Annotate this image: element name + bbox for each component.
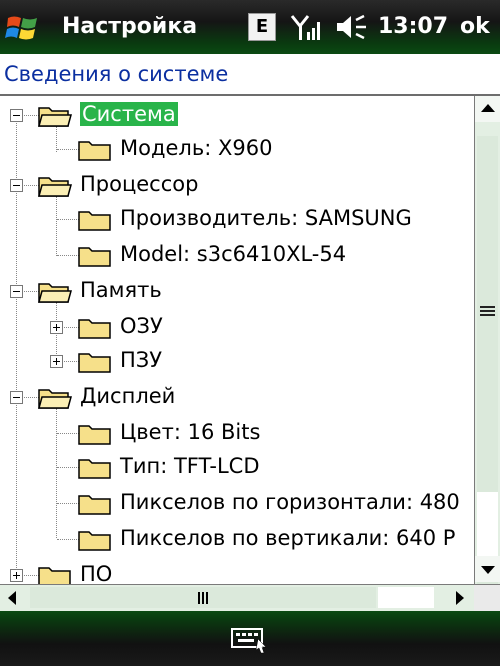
- tree-item-label: Производитель: SAMSUNG: [120, 206, 412, 230]
- tree-item-cpu-model[interactable]: Model: s3c6410XL-54: [0, 238, 474, 272]
- tree-item-label: Цвет: 16 Bits: [120, 420, 261, 444]
- folder-icon: [78, 141, 111, 161]
- tree-item-display[interactable]: Дисплей: [0, 380, 474, 414]
- network-type-badge[interactable]: E: [248, 13, 276, 41]
- folder-open-icon: [38, 177, 72, 197]
- grip-icon: [198, 592, 208, 604]
- system-info-tree[interactable]: Система Модель: X960 Процессор Производи…: [0, 96, 474, 584]
- scroll-up-arrow-icon[interactable]: [475, 96, 500, 122]
- clock[interactable]: 13:07: [378, 14, 448, 39]
- tree-item-display-type[interactable]: Тип: TFT-LCD: [0, 450, 474, 484]
- title-bar: Настройка E 13:07 ok: [0, 0, 500, 54]
- folder-icon: [38, 567, 71, 584]
- tree-item-label: ПО: [80, 562, 113, 584]
- tree-item-ram[interactable]: ОЗУ: [0, 310, 474, 344]
- folder-icon: [78, 531, 111, 551]
- vertical-scroll-track[interactable]: [477, 492, 498, 556]
- tree-item-vertical-pixels[interactable]: Пикселов по вертикали: 640 P: [0, 522, 474, 556]
- horizontal-scrollbar[interactable]: [0, 584, 474, 611]
- tree-item-label: Model: s3c6410XL-54: [120, 242, 347, 266]
- tree-item-label: ОЗУ: [120, 314, 163, 338]
- tree-item-label: Система: [80, 102, 178, 126]
- expand-toggle[interactable]: [50, 355, 63, 368]
- folder-open-icon: [38, 283, 72, 303]
- vertical-scrollbar[interactable]: [474, 96, 500, 588]
- folder-open-icon: [38, 107, 72, 127]
- keyboard-input-icon[interactable]: [228, 621, 272, 655]
- tree-item-label: Дисплей: [80, 384, 176, 408]
- tree-item-software[interactable]: ПО: [0, 558, 474, 584]
- scroll-left-arrow-icon[interactable]: [0, 585, 26, 611]
- tree-item-rom[interactable]: ПЗУ: [0, 344, 474, 378]
- tree-item-manufacturer[interactable]: Производитель: SAMSUNG: [0, 202, 474, 236]
- windows-start-icon[interactable]: [4, 10, 44, 44]
- horizontal-scroll-track[interactable]: [378, 587, 434, 608]
- tree-item-color[interactable]: Цвет: 16 Bits: [0, 416, 474, 450]
- tree-item-model[interactable]: Модель: X960: [0, 132, 474, 166]
- tree-item-label: ПЗУ: [120, 348, 163, 372]
- tree-item-system[interactable]: Система: [0, 98, 474, 132]
- expand-toggle[interactable]: [10, 569, 23, 582]
- collapse-toggle[interactable]: [10, 179, 23, 192]
- tree-item-label: Модель: X960: [120, 136, 273, 160]
- scrollbar-corner: [474, 584, 500, 611]
- collapse-toggle[interactable]: [10, 285, 23, 298]
- folder-icon: [78, 247, 111, 267]
- tree-item-horizontal-pixels[interactable]: Пикселов по горизонтали: 480: [0, 486, 474, 520]
- folder-icon: [78, 495, 111, 515]
- signal-strength-icon[interactable]: [290, 12, 324, 42]
- scroll-right-arrow-icon[interactable]: [446, 585, 472, 611]
- tree-item-label: Пикселов по вертикали: 640 P: [120, 526, 456, 550]
- expand-toggle[interactable]: [50, 321, 63, 334]
- app-title: Настройка: [62, 14, 198, 39]
- horizontal-scroll-thumb[interactable]: [30, 587, 376, 608]
- ok-button[interactable]: ok: [460, 14, 490, 39]
- collapse-toggle[interactable]: [10, 391, 23, 404]
- folder-icon: [78, 211, 111, 231]
- folder-icon: [78, 353, 111, 373]
- bottom-menu-bar: [0, 611, 500, 666]
- folder-icon: [78, 425, 111, 445]
- folder-open-icon: [38, 389, 72, 409]
- tree-item-label: Тип: TFT-LCD: [120, 454, 260, 478]
- folder-icon: [78, 459, 111, 479]
- tree-item-label: Процессор: [80, 172, 199, 196]
- tree-item-label: Память: [80, 278, 162, 302]
- scroll-down-arrow-icon[interactable]: [475, 556, 500, 582]
- page-title: Сведения о системе: [4, 62, 229, 86]
- volume-icon[interactable]: [334, 12, 370, 42]
- tree-item-memory[interactable]: Память: [0, 274, 474, 308]
- collapse-toggle[interactable]: [10, 109, 23, 122]
- tree-item-processor[interactable]: Процессор: [0, 168, 474, 202]
- tree-item-label: Пикселов по горизонтали: 480: [120, 490, 460, 514]
- folder-icon: [78, 319, 111, 339]
